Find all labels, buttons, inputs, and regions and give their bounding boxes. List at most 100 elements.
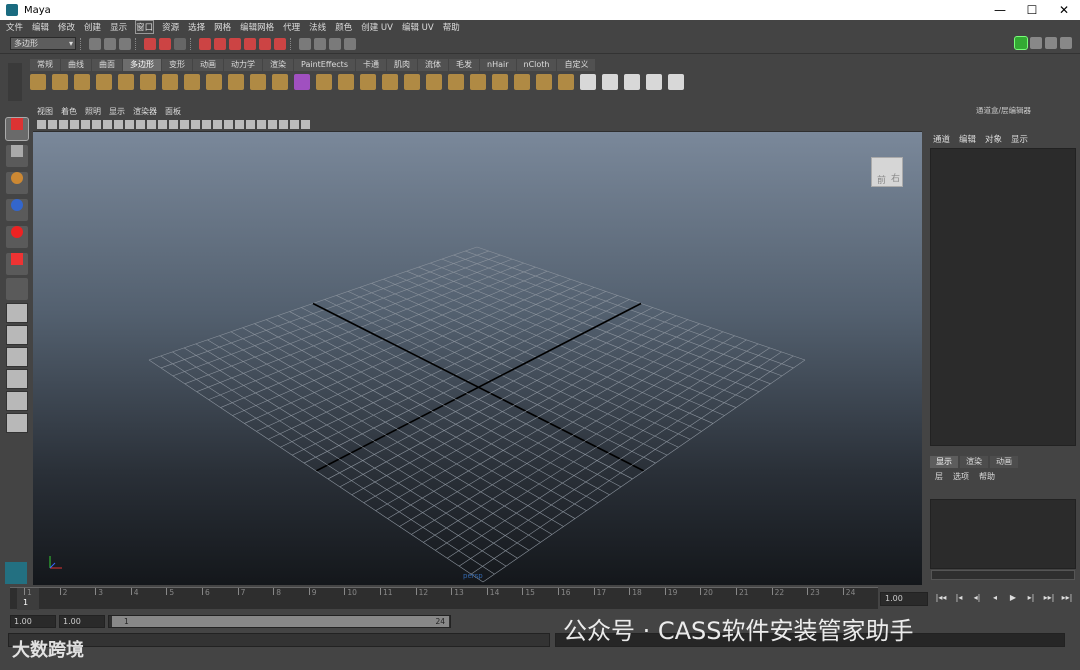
menu-create[interactable]: 创建 <box>84 21 101 33</box>
hypershade-persp-layout-icon[interactable] <box>6 391 28 411</box>
split-icon[interactable] <box>492 74 508 90</box>
menu-mesh[interactable]: 网格 <box>214 21 231 33</box>
ambient-occlusion-icon[interactable] <box>246 119 255 129</box>
outliner-persp-layout-icon[interactable] <box>6 347 28 367</box>
lights-icon[interactable] <box>224 119 233 129</box>
collapse-icon[interactable] <box>470 74 486 90</box>
viewport-menu-renderer[interactable]: 渲染器 <box>133 106 157 117</box>
anti-alias-icon[interactable] <box>268 119 277 129</box>
snap-surface-icon[interactable] <box>259 37 271 50</box>
playback-start-field[interactable]: 1.00 <box>59 615 105 628</box>
bevel-icon[interactable] <box>426 74 442 90</box>
menu-edit-uv[interactable]: 编辑 UV <box>402 21 434 33</box>
poly-pyramid-icon[interactable] <box>162 74 178 90</box>
go-to-end-button[interactable]: ▸▸| <box>1058 593 1076 602</box>
channel-box-icon[interactable] <box>1060 37 1072 49</box>
start-time-field[interactable]: 1.00 <box>10 615 56 628</box>
spherical-mapping-icon[interactable] <box>624 74 640 90</box>
maximize-button[interactable]: ☐ <box>1016 3 1048 17</box>
snap-curve-icon[interactable] <box>214 37 226 50</box>
camera-attr-icon[interactable] <box>48 119 57 129</box>
mode-selector[interactable]: 多边形 <box>10 37 76 50</box>
poly-cube-icon[interactable] <box>52 74 68 90</box>
channel-box-area[interactable] <box>930 148 1076 446</box>
merge-icon[interactable] <box>448 74 464 90</box>
2d-pan-icon[interactable] <box>81 119 90 129</box>
camera-icon[interactable] <box>37 119 46 129</box>
shadows-icon[interactable] <box>235 119 244 129</box>
layer-tab-anim[interactable]: 动画 <box>990 456 1018 468</box>
menu-create-uv[interactable]: 创建 UV <box>361 21 393 33</box>
shelf-tab[interactable]: 毛发 <box>449 59 479 71</box>
layer-menu-help[interactable]: 帮助 <box>979 471 995 482</box>
snap-live-icon[interactable] <box>274 37 286 50</box>
select-tool-icon[interactable] <box>5 117 29 141</box>
layer-menu-options[interactable]: 选项 <box>953 471 969 482</box>
smooth-icon[interactable] <box>294 74 310 90</box>
viewport-menu-lighting[interactable]: 照明 <box>85 106 101 117</box>
single-pane-layout-icon[interactable] <box>6 303 28 323</box>
poly-soccer-ball-icon[interactable] <box>206 74 222 90</box>
poly-pipe-icon[interactable] <box>184 74 200 90</box>
new-scene-icon[interactable] <box>89 37 101 50</box>
combine-icon[interactable] <box>228 74 244 90</box>
offset-edge-loop-icon[interactable] <box>536 74 552 90</box>
command-input[interactable] <box>8 633 550 647</box>
current-time-field[interactable]: 1.00 <box>880 592 928 606</box>
open-scene-icon[interactable] <box>104 37 116 50</box>
textured-icon[interactable] <box>213 119 222 129</box>
motion-blur-icon[interactable] <box>257 119 266 129</box>
shelf-tab[interactable]: 肌肉 <box>387 59 417 71</box>
tool-settings-icon[interactable] <box>1045 37 1057 49</box>
view-cube[interactable]: 前 右 <box>865 147 911 193</box>
menu-normals[interactable]: 法线 <box>309 21 326 33</box>
poly-cylinder-icon[interactable] <box>74 74 90 90</box>
persp-graph-outliner-layout-icon[interactable] <box>6 413 28 433</box>
time-slider[interactable]: 1 1 2 3 4 5 6 7 8 9 10 11 12 13 14 15 16 17 18 19 20 21 22 23 2… <box>10 587 878 610</box>
viewport-menu-show[interactable]: 显示 <box>109 106 125 117</box>
range-handle[interactable]: 1 24 <box>112 616 449 627</box>
wireframe-on-shaded-icon[interactable] <box>202 119 211 129</box>
smooth-shade-icon[interactable] <box>191 119 200 129</box>
view-cube-faces[interactable]: 前 右 <box>871 157 903 187</box>
shelf-tab[interactable]: 动画 <box>193 59 223 71</box>
menu-edit-mesh[interactable]: 编辑网格 <box>240 21 274 33</box>
shelf-tab[interactable]: 卡通 <box>356 59 386 71</box>
step-back-key-button[interactable]: |◂ <box>950 593 968 602</box>
four-pane-layout-icon[interactable] <box>6 325 28 345</box>
shelf-menu-handle[interactable] <box>8 63 22 101</box>
field-chart-icon[interactable] <box>147 119 156 129</box>
perspective-viewport[interactable]: 前 右 persp <box>33 132 922 585</box>
shelf-tab[interactable]: 自定义 <box>557 59 596 71</box>
select-hierarchy-icon[interactable] <box>144 37 156 50</box>
step-back-frame-button[interactable]: ◂| <box>968 593 986 602</box>
cb-menu-edit[interactable]: 编辑 <box>959 133 976 145</box>
last-tool-icon[interactable] <box>6 278 28 300</box>
film-gate-icon[interactable] <box>114 119 123 129</box>
viewport-menu-shading[interactable]: 着色 <box>61 106 77 117</box>
cylindrical-mapping-icon[interactable] <box>602 74 618 90</box>
menu-color[interactable]: 颜色 <box>335 21 352 33</box>
safe-title-icon[interactable] <box>169 119 178 129</box>
xray-joints-icon[interactable] <box>301 119 310 129</box>
isolate-select-icon[interactable] <box>279 119 288 129</box>
grid-toggle-icon[interactable] <box>103 119 112 129</box>
graph-persp-layout-icon[interactable] <box>6 369 28 389</box>
menu-modify[interactable]: 修改 <box>58 21 75 33</box>
lasso-tool-icon[interactable] <box>6 145 28 167</box>
close-button[interactable]: ✕ <box>1048 3 1080 17</box>
snap-view-icon[interactable] <box>244 37 256 50</box>
snap-grid-icon[interactable] <box>199 37 211 50</box>
menu-select[interactable]: 选择 <box>188 21 205 33</box>
menu-file[interactable]: 文件 <box>6 21 23 33</box>
shelf-tab[interactable]: 变形 <box>162 59 192 71</box>
shelf-tab[interactable]: nHair <box>480 59 516 71</box>
menu-proxy[interactable]: 代理 <box>283 21 300 33</box>
extrude-icon[interactable] <box>338 74 354 90</box>
separate-icon[interactable] <box>250 74 266 90</box>
bridge-icon[interactable] <box>360 74 376 90</box>
extract-icon[interactable] <box>272 74 288 90</box>
layer-tab-display[interactable]: 显示 <box>930 456 958 468</box>
select-object-icon[interactable] <box>159 37 171 50</box>
layer-list[interactable] <box>930 499 1076 569</box>
